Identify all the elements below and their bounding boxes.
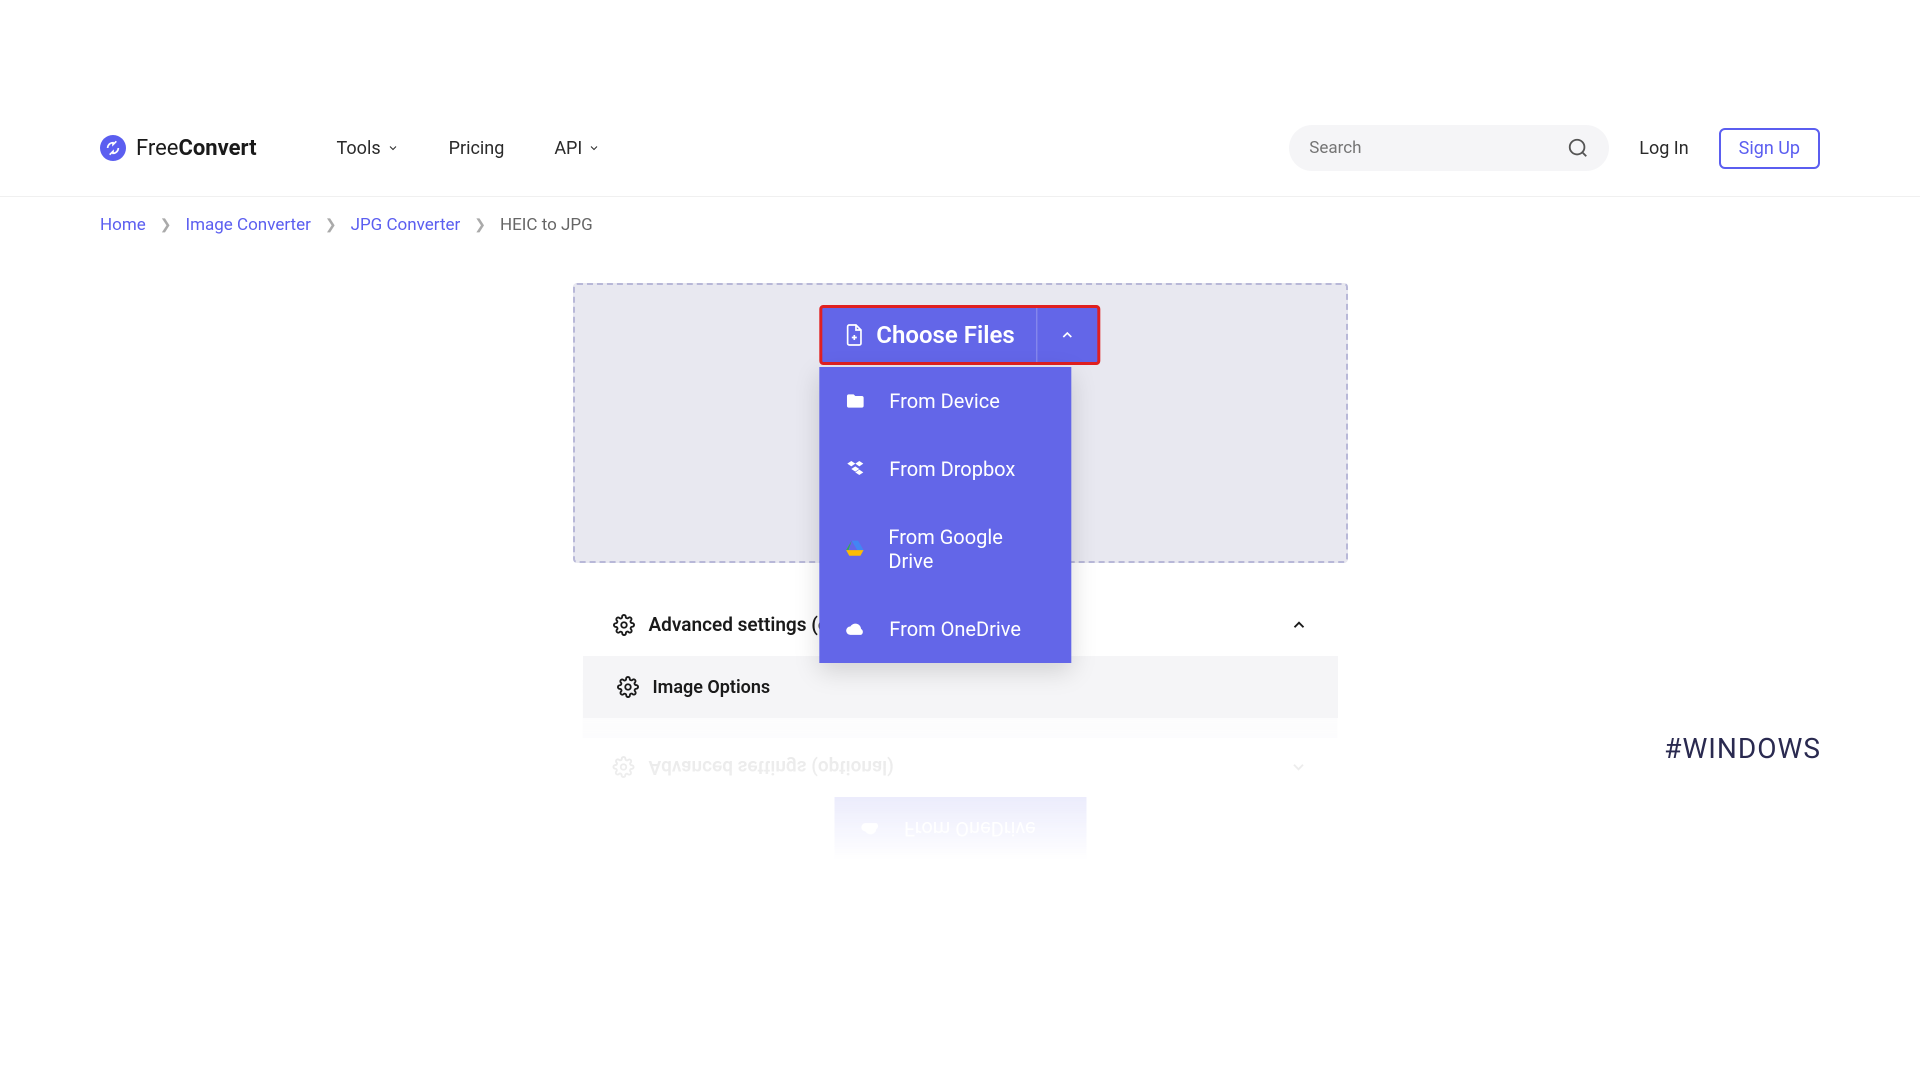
breadcrumb-jpg-converter[interactable]: JPG Converter: [351, 215, 461, 235]
nav-tools[interactable]: Tools: [337, 138, 399, 159]
dropdown-from-dropbox[interactable]: From Dropbox: [819, 435, 1071, 503]
header-right: Log In Sign Up: [1289, 125, 1820, 171]
dropdown-dropbox-label: From Dropbox: [889, 457, 1015, 481]
signup-button[interactable]: Sign Up: [1719, 128, 1820, 169]
dropbox-icon: [845, 459, 865, 479]
nav: Tools Pricing API: [337, 138, 601, 159]
dropdown-device-label: From Device: [889, 389, 1000, 413]
image-options-row[interactable]: Image Options: [583, 656, 1338, 718]
nav-pricing[interactable]: Pricing: [449, 138, 505, 159]
gear-icon: [613, 614, 635, 636]
chevron-right-icon: ❯: [325, 217, 337, 233]
dropdown-from-onedrive[interactable]: From OneDrive: [819, 595, 1071, 663]
nav-api-label: API: [554, 138, 582, 159]
file-plus-icon: [844, 323, 864, 347]
chevron-right-icon: ❯: [474, 217, 486, 233]
logo-text: FreeConvert: [136, 136, 257, 161]
logo[interactable]: FreeConvert: [100, 135, 257, 161]
logo-icon: [100, 135, 126, 161]
google-drive-icon: [845, 539, 864, 559]
breadcrumb-image-converter[interactable]: Image Converter: [185, 215, 310, 235]
header: FreeConvert Tools Pricing API Log In Sig…: [0, 0, 1920, 197]
dropdown-google-drive-label: From Google Drive: [888, 525, 1045, 573]
search-box[interactable]: [1289, 125, 1609, 171]
choose-files-wrapper: Choose Files From Device From Dropbox Fr…: [819, 305, 1100, 663]
breadcrumb-current: HEIC to JPG: [500, 215, 593, 235]
choose-files-dropdown-toggle[interactable]: [1038, 308, 1098, 362]
gear-icon: [617, 676, 639, 698]
logo-free: Free: [136, 136, 178, 161]
login-link[interactable]: Log In: [1639, 138, 1688, 159]
nav-pricing-label: Pricing: [449, 138, 505, 159]
search-input[interactable]: [1309, 138, 1567, 158]
chevron-right-icon: ❯: [160, 217, 172, 233]
dropdown-from-google-drive[interactable]: From Google Drive: [819, 503, 1071, 595]
nav-tools-label: Tools: [337, 138, 381, 159]
hashtag-label: #WINDOWS: [1664, 732, 1821, 765]
search-icon: [1567, 137, 1589, 159]
chevron-down-icon: [387, 142, 399, 154]
breadcrumb-home[interactable]: Home: [100, 215, 146, 235]
onedrive-icon: [845, 619, 865, 639]
choose-files-label: Choose Files: [876, 321, 1014, 349]
chevron-down-icon: [588, 142, 600, 154]
dropdown-onedrive-label: From OneDrive: [889, 617, 1021, 641]
dropdown-from-device[interactable]: From Device: [819, 367, 1071, 435]
nav-api[interactable]: API: [554, 138, 600, 159]
choose-files-button[interactable]: Choose Files: [819, 305, 1100, 365]
folder-icon: [845, 391, 865, 411]
choose-files-main[interactable]: Choose Files: [822, 308, 1037, 362]
chevron-up-icon: [1290, 616, 1308, 634]
header-left: FreeConvert Tools Pricing API: [100, 135, 600, 161]
breadcrumb: Home ❯ Image Converter ❯ JPG Converter ❯…: [0, 197, 1920, 253]
source-dropdown-menu: From Device From Dropbox From Google Dri…: [819, 367, 1071, 663]
chevron-up-icon: [1060, 327, 1076, 343]
logo-convert: Convert: [178, 136, 256, 161]
image-options-label: Image Options: [653, 677, 771, 698]
